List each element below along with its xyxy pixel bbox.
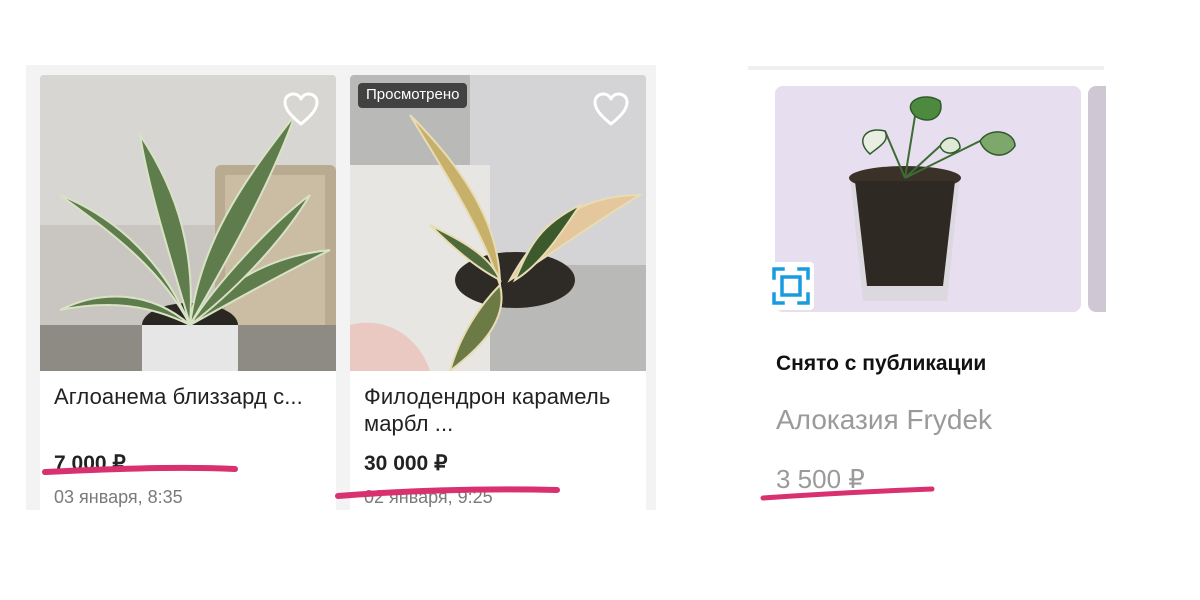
scan-frame-icon[interactable] xyxy=(768,262,814,310)
divider xyxy=(748,66,1104,70)
listing-card[interactable]: Просмотрено Филодендрон карамель марбл .… xyxy=(350,75,646,510)
heart-outline-icon[interactable] xyxy=(592,91,630,127)
viewed-badge: Просмотрено xyxy=(358,83,468,108)
archived-listing-price: 3 500 ₽ xyxy=(776,464,865,494)
listing-card[interactable]: Аглоанема близзард с... 7 000 ₽ 03 январ… xyxy=(40,75,336,510)
status-label: Снято с публикации xyxy=(776,352,987,375)
listing-photo[interactable]: Просмотрено xyxy=(350,75,646,371)
listing-date: 02 января, 9:25 xyxy=(364,487,493,507)
listing-date: 03 января, 8:35 xyxy=(54,487,183,507)
listing-title[interactable]: Аглоанема близзард с... xyxy=(54,383,324,410)
archived-listing-photo[interactable] xyxy=(775,86,1081,312)
listing-title[interactable]: Филодендрон карамель марбл ... xyxy=(364,383,634,437)
listing-price: 7 000 ₽ xyxy=(54,452,126,475)
listing-grid: Аглоанема близзард с... 7 000 ₽ 03 январ… xyxy=(26,65,656,510)
next-photo-preview[interactable] xyxy=(1088,86,1106,312)
heart-outline-icon[interactable] xyxy=(282,91,320,127)
listing-price: 30 000 ₽ xyxy=(364,452,448,475)
archived-listing-title[interactable]: Алоказия Frydek xyxy=(776,404,992,436)
listing-photo[interactable] xyxy=(40,75,336,371)
